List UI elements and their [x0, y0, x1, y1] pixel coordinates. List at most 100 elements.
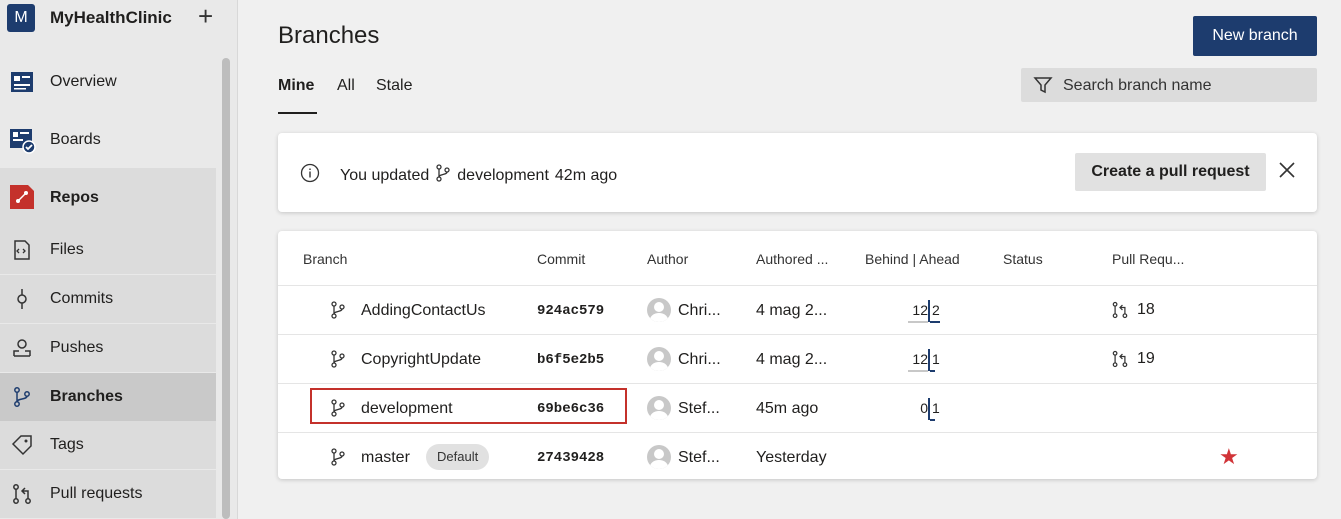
- highlight-box: [310, 388, 627, 424]
- author-name: Chri...: [678, 351, 721, 368]
- pull-request-link[interactable]: 19: [1111, 350, 1155, 368]
- tab-mine[interactable]: Mine: [278, 76, 317, 114]
- commit-id[interactable]: 924ac579: [537, 303, 604, 319]
- author-name: Chri...: [678, 302, 721, 319]
- branch-icon: [330, 350, 346, 373]
- column-header-author[interactable]: Author: [647, 251, 688, 267]
- table-row[interactable]: AddingContactUs 924ac579 Chri... 4 mag 2…: [278, 285, 1317, 334]
- ahead-behind-divider: [928, 398, 930, 420]
- column-header-branch[interactable]: Branch: [303, 251, 347, 267]
- behind-ahead-indicator: 12 1: [898, 349, 958, 373]
- authored-date: Yesterday: [756, 449, 827, 466]
- branch-icon: [435, 164, 451, 187]
- sidebar-item-label: Pull requests: [50, 485, 143, 502]
- branches-table: Branch Commit Author Authored ... Behind…: [278, 231, 1317, 479]
- branch-name[interactable]: AddingContactUs: [361, 302, 486, 320]
- sidebar-item-tags[interactable]: Tags: [0, 421, 216, 469]
- ahead-behind-divider: [928, 300, 930, 322]
- search-branch-input[interactable]: Search branch name: [1021, 68, 1317, 102]
- author-name: Stef...: [678, 400, 720, 417]
- favorite-star-icon[interactable]: ★: [1219, 444, 1239, 470]
- new-branch-button[interactable]: New branch: [1193, 16, 1317, 56]
- branch-icon: [330, 448, 346, 471]
- column-header-commit[interactable]: Commit: [537, 251, 585, 267]
- ahead-count: 2: [932, 302, 940, 318]
- behind-bar: [908, 321, 928, 323]
- table-row[interactable]: master Default 27439428 Stef... Yesterda…: [278, 432, 1317, 481]
- behind-ahead-indicator: 12 2: [898, 300, 958, 324]
- column-header-behind-ahead[interactable]: Behind | Ahead: [865, 251, 960, 267]
- sidebar-scrollbar[interactable]: [222, 58, 230, 519]
- overview-icon: [8, 68, 36, 96]
- org-header: M MyHealthClinic +: [0, 0, 238, 38]
- pull-request-count: 19: [1137, 350, 1155, 367]
- sidebar-item-pull-requests[interactable]: Pull requests: [0, 470, 216, 518]
- pull-request-icon: [1112, 301, 1128, 319]
- default-badge: Default: [426, 444, 490, 470]
- sidebar-item-label: Repos: [50, 189, 99, 206]
- table-row[interactable]: CopyrightUpdate b6f5e2b5 Chri... 4 mag 2…: [278, 334, 1317, 383]
- search-placeholder: Search branch name: [1063, 77, 1212, 94]
- sidebar-item-boards[interactable]: Boards: [0, 116, 216, 164]
- avatar: [647, 396, 671, 420]
- pull-request-count: 18: [1137, 301, 1155, 318]
- sidebar-item-label: Branches: [50, 388, 123, 405]
- behind-ahead-indicator: 0 1: [898, 398, 958, 422]
- behind-count: 0: [920, 400, 928, 416]
- tab-all[interactable]: All: [337, 76, 355, 114]
- sidebar-item-label: Overview: [50, 73, 117, 90]
- page-title: Branches: [278, 22, 380, 49]
- pull-request-link[interactable]: 18: [1111, 301, 1155, 319]
- ahead-bar: [930, 321, 940, 323]
- add-icon[interactable]: +: [198, 2, 213, 30]
- behind-count: 12: [912, 351, 928, 367]
- avatar: [647, 445, 671, 469]
- branch-name[interactable]: master: [361, 449, 410, 467]
- ahead-count: 1: [932, 400, 940, 416]
- tab-stale[interactable]: Stale: [376, 76, 412, 114]
- repos-icon: [8, 182, 36, 210]
- pull-request-icon: [1112, 350, 1128, 368]
- column-header-status[interactable]: Status: [1003, 251, 1043, 267]
- branch-icon: [330, 301, 346, 324]
- commit-id[interactable]: 27439428: [537, 450, 604, 466]
- sidebar-item-files[interactable]: Files: [0, 226, 216, 274]
- sidebar-item-label: Tags: [50, 436, 84, 453]
- ahead-bar: [930, 370, 935, 372]
- behind-count: 12: [912, 302, 928, 318]
- files-icon: [8, 236, 36, 264]
- ahead-behind-divider: [928, 349, 930, 371]
- avatar: [647, 347, 671, 371]
- authored-date: 4 mag 2...: [756, 302, 828, 319]
- sidebar-item-overview[interactable]: Overview: [0, 58, 216, 106]
- sidebar-item-repos[interactable]: Repos: [0, 168, 216, 226]
- close-icon[interactable]: [1278, 161, 1296, 184]
- column-header-pull-requests[interactable]: Pull Requ...: [1112, 251, 1184, 267]
- commits-icon: [8, 285, 36, 313]
- branches-icon: [8, 383, 36, 411]
- update-banner: You updated development 42m ago Create a…: [278, 133, 1317, 212]
- banner-branch[interactable]: development: [457, 167, 549, 185]
- boards-icon: [8, 126, 36, 154]
- sidebar-item-label: Files: [50, 241, 84, 258]
- banner-suffix: 42m ago: [554, 166, 618, 184]
- create-pull-request-button[interactable]: Create a pull request: [1075, 153, 1266, 191]
- column-header-authored[interactable]: Authored ...: [756, 251, 828, 267]
- org-avatar[interactable]: M: [7, 4, 35, 32]
- banner-message: You updated development 42m ago: [340, 164, 617, 187]
- commit-id[interactable]: b6f5e2b5: [537, 352, 604, 368]
- filter-icon: [1033, 75, 1053, 100]
- banner-prefix: You updated: [340, 166, 430, 184]
- author-name: Stef...: [678, 449, 720, 466]
- sidebar-item-commits[interactable]: Commits: [0, 275, 216, 323]
- sidebar: M MyHealthClinic + Overview Boards Repos…: [0, 0, 238, 519]
- ahead-bar: [930, 419, 935, 421]
- sidebar-item-pushes[interactable]: Pushes: [0, 324, 216, 372]
- sidebar-item-label: Boards: [50, 131, 101, 148]
- sidebar-item-label: Commits: [50, 290, 114, 307]
- org-name[interactable]: MyHealthClinic: [50, 8, 172, 28]
- branch-name[interactable]: CopyrightUpdate: [361, 351, 481, 369]
- pull-requests-icon: [8, 480, 36, 508]
- ahead-count: 1: [932, 351, 940, 367]
- sidebar-item-branches[interactable]: Branches: [0, 373, 216, 421]
